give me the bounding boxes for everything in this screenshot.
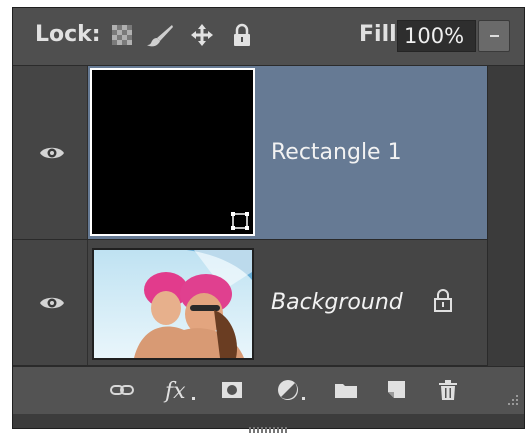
svg-text:fx: fx xyxy=(163,379,186,403)
layer-thumbnail-black[interactable] xyxy=(90,68,255,236)
eye-icon xyxy=(39,293,65,313)
adjustment-layer-icon[interactable] xyxy=(275,377,309,403)
visibility-toggle[interactable] xyxy=(13,66,88,239)
layer-thumbnail-photo[interactable] xyxy=(92,248,254,360)
folder-icon[interactable] xyxy=(333,377,359,403)
vector-mask-icon xyxy=(229,210,251,232)
layers-panel: Lock: Fill: 100% Rectangle 1 Background … xyxy=(0,0,531,433)
layer-name[interactable]: Background xyxy=(271,290,403,315)
layer-lock-icon xyxy=(431,288,455,314)
layer-name[interactable]: Rectangle 1 xyxy=(271,140,402,165)
panel-resize-gripper[interactable] xyxy=(13,414,524,433)
fill-dropdown-button[interactable] xyxy=(478,20,510,52)
lock-bar: Lock: Fill: 100% xyxy=(13,8,524,66)
lock-label: Lock: xyxy=(35,22,101,47)
layer-row-background[interactable]: Background xyxy=(13,240,487,366)
panel-frame: Lock: Fill: 100% Rectangle 1 Background … xyxy=(12,7,525,433)
link-layers-icon[interactable] xyxy=(109,377,135,403)
gripper-lines-icon xyxy=(249,418,289,433)
trash-icon[interactable] xyxy=(435,377,461,403)
layers-scrollbar[interactable] xyxy=(487,66,524,366)
lock-transparent-pixels-icon[interactable] xyxy=(109,22,135,48)
resize-corner-icon[interactable] xyxy=(502,389,520,407)
layers-footer-toolbar: fx xyxy=(13,366,524,414)
lock-position-icon[interactable] xyxy=(189,22,215,48)
layer-row-rectangle-1[interactable]: Rectangle 1 xyxy=(13,66,487,240)
visibility-toggle[interactable] xyxy=(13,240,88,365)
eye-icon xyxy=(39,143,65,163)
add-mask-icon[interactable] xyxy=(219,377,245,403)
fill-input[interactable]: 100% xyxy=(397,20,476,52)
fx-icon[interactable]: fx xyxy=(163,377,199,404)
layers-list: Rectangle 1 Background xyxy=(13,66,524,366)
lock-all-icon[interactable] xyxy=(229,22,255,48)
lock-image-pixels-icon[interactable] xyxy=(145,22,173,48)
new-layer-icon[interactable] xyxy=(383,377,409,403)
